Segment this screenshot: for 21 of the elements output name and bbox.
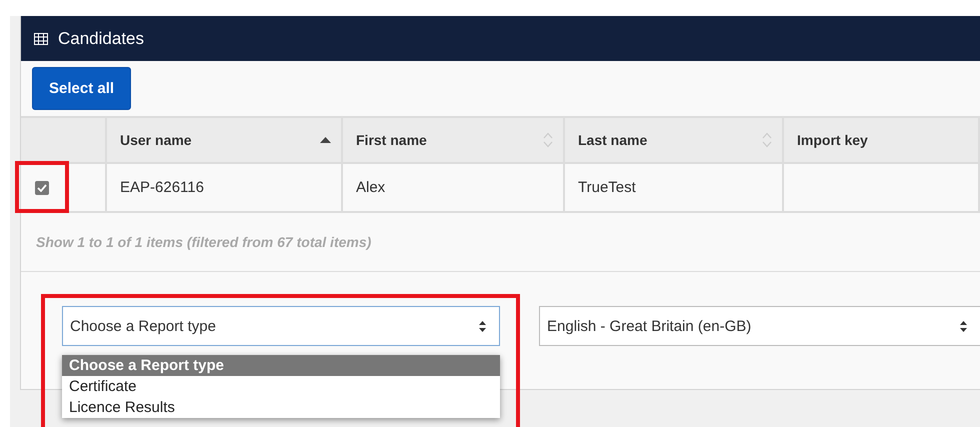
sort-ascending-icon[interactable] [320,137,331,143]
dropdown-option[interactable]: Certificate [62,376,500,397]
table-cell: Alex [343,162,565,213]
report-type-select[interactable]: Choose a Report type [62,306,500,346]
table-icon [34,32,48,44]
highlight-frame [15,161,69,213]
column-header[interactable]: Import key [784,116,980,162]
summary-text: Show 1 to 1 of 1 items (filtered from 67 total items) [36,234,372,250]
table-cell: TrueTest [565,162,784,213]
column-header[interactable]: First name [343,116,565,162]
select-all-button[interactable]: Select all [32,67,132,110]
dropdown-option[interactable]: Choose a Report type [62,355,500,376]
dropdown-option[interactable]: Licence Results [62,397,500,418]
language-select[interactable]: English - Great Britain (en-GB) [539,306,980,346]
column-header[interactable]: User name [107,116,343,162]
table-cell: EAP-626116 [107,162,343,213]
updown-icon [959,320,968,332]
panel-title: Candidates [58,28,144,48]
row-checkbox[interactable] [35,180,49,194]
column-header[interactable]: Last name [565,116,784,162]
updown-icon [478,320,487,332]
